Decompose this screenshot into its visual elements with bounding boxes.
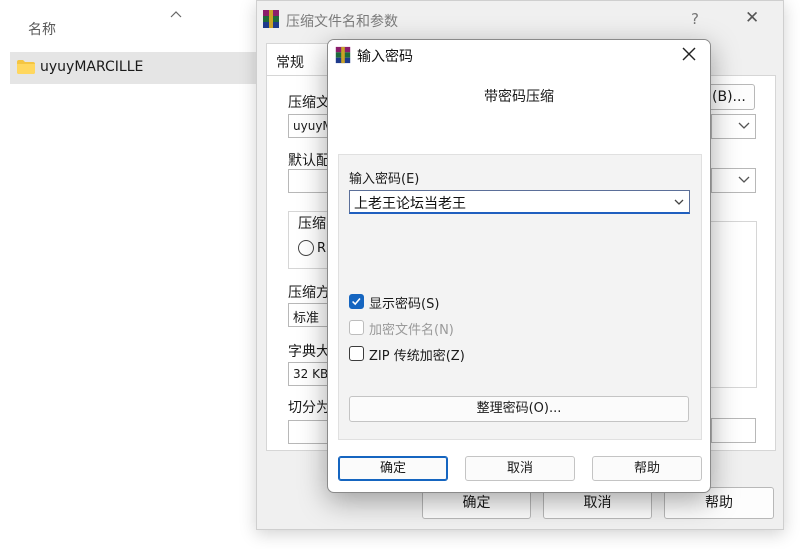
zip-legacy-encryption-label: ZIP 传统加密(Z) [369, 349, 465, 364]
password-input[interactable]: 上老王论坛当老王 [349, 190, 690, 214]
profiles-button[interactable] [288, 169, 330, 193]
encrypt-filenames-label: 加密文件名(N) [369, 323, 454, 338]
cancel-button[interactable]: 取消 [465, 456, 575, 481]
close-icon[interactable]: ✕ [745, 8, 759, 28]
chevron-down-icon [738, 122, 750, 129]
file-name: uyuyMARCILLE [40, 59, 144, 75]
checkbox-checked-icon[interactable] [349, 294, 364, 309]
sort-ascending-icon [170, 11, 182, 18]
compression-method-dropdown[interactable]: 标准 [288, 303, 330, 327]
organize-passwords-button[interactable]: 整理密码(O)... [349, 396, 689, 422]
dictionary-size-label: 字典大 [288, 344, 330, 360]
tab-general[interactable]: 常规 [266, 43, 332, 76]
winrar-app-icon [335, 46, 351, 64]
chevron-down-icon [738, 176, 750, 183]
format-radio-button[interactable] [298, 240, 314, 256]
checkbox-unchecked-icon [349, 320, 364, 335]
update-mode-dropdown[interactable] [711, 168, 756, 193]
dialog-title: 压缩文件名和参数 [286, 14, 398, 30]
archive-format-label: 压缩 [296, 213, 328, 233]
checkbox-unchecked-icon[interactable] [349, 346, 364, 361]
help-icon[interactable]: ? [691, 10, 699, 28]
dictionary-size-dropdown[interactable]: 32 KB [288, 362, 330, 386]
password-value: 上老王论坛当老王 [354, 196, 466, 212]
archive-name-input[interactable]: uyuyM [288, 114, 330, 138]
chevron-down-icon[interactable] [673, 196, 685, 208]
dialog-titlebar[interactable]: 压缩文件名和参数 ? ✕ [257, 1, 783, 39]
archive-name-dropdown[interactable] [711, 114, 756, 139]
browse-button[interactable]: (B)... [705, 84, 755, 110]
dialog-title: 输入密码 [357, 49, 413, 65]
split-volumes-input[interactable] [288, 420, 330, 444]
winrar-app-icon [263, 10, 279, 28]
help-button[interactable]: 帮助 [592, 456, 702, 481]
format-option-label: R [317, 241, 327, 256]
compression-method-label: 压缩方 [288, 285, 330, 301]
archive-options-group [711, 221, 757, 388]
dialog-titlebar[interactable]: 输入密码 [328, 40, 710, 70]
archive-name-label: 压缩文 [288, 95, 330, 111]
column-header-name[interactable]: 名称 [28, 19, 56, 39]
default-profile-label: 默认配 [288, 153, 330, 169]
show-password-label: 显示密码(S) [369, 297, 440, 312]
dialog-heading: 带密码压缩 [484, 89, 554, 105]
file-list-item[interactable]: uyuyMARCILLE [10, 52, 260, 84]
password-label: 输入密码(E) [349, 172, 420, 187]
split-units-dropdown[interactable] [711, 418, 756, 443]
enter-password-dialog: 输入密码 带密码压缩 输入密码(E) 上老王论坛当老王 显示密码(S) 加密文件… [327, 39, 711, 493]
folder-icon [17, 60, 35, 74]
split-volumes-label: 切分为 [288, 400, 330, 416]
close-icon[interactable] [681, 46, 697, 62]
ok-button[interactable]: 确定 [338, 456, 448, 481]
